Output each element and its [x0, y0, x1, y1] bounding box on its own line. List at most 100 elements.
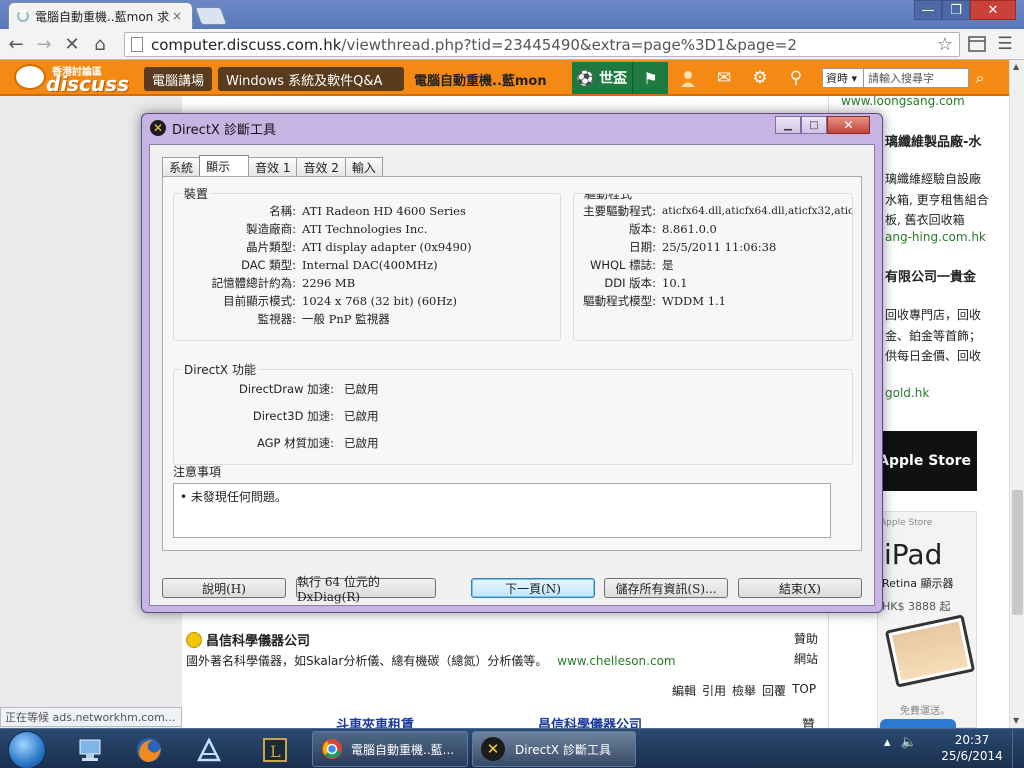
mail-icon[interactable]: ✉ — [706, 62, 742, 94]
field-label: DirectDraw 加速: — [239, 382, 334, 396]
run-64bit-dxdiag-button[interactable]: 執行 64 位元的 DxDiag(R) — [296, 575, 436, 604]
directx-icon: ✕ — [481, 737, 505, 761]
features-group-label: DirectX 功能 — [181, 361, 259, 378]
directx-features-group: DirectX 功能 DirectDraw 加速: 已啟用 Direct3D 加速… — [173, 361, 853, 465]
save-all-info-button[interactable]: 儲存所有資訊(S)... — [604, 578, 728, 598]
tray-arrow-icon[interactable]: ▴ — [884, 735, 891, 750]
ipad-ad-name: iPad — [884, 538, 943, 571]
page-scrollbar[interactable]: ▲ ▼ — [1009, 60, 1024, 728]
address-bar[interactable]: computer.discuss.com.hk/viewthread.php?t… — [124, 32, 960, 57]
start-button[interactable] — [8, 731, 46, 768]
bookmark-star-icon[interactable]: ☆ — [937, 34, 953, 55]
clock-time: 20:37 — [954, 733, 990, 747]
directx-icon: ✕ — [150, 120, 166, 136]
page-icon — [131, 37, 143, 52]
close-window-button[interactable]: ✕ — [970, 0, 1016, 20]
link-icon[interactable]: ⚲ — [778, 62, 814, 94]
reply-link[interactable]: 回覆 — [762, 682, 786, 699]
display-mode-row: 目前顯示模式: 1024 x 768 (32 bit) (60Hz) — [174, 292, 457, 310]
sidebar-ad-title[interactable]: 璃纖維製品廠-水 — [885, 131, 981, 150]
field-label: 驅動程式模型: — [583, 294, 656, 308]
sponsor-title[interactable]: 昌信科學儀器公司 — [206, 630, 310, 649]
field-value: 已啟用 — [344, 409, 379, 423]
edit-link[interactable]: 編輯 — [672, 682, 696, 699]
home-button[interactable]: ⌂ — [88, 32, 112, 56]
logo-text: discuss — [46, 72, 129, 96]
new-tab-button[interactable] — [194, 7, 228, 25]
nav-windows-qa[interactable]: Windows 系統及軟件Q&A — [218, 67, 404, 91]
field-value: 是 — [662, 258, 674, 272]
field-value: 已啟用 — [344, 436, 379, 450]
taskbar-dxdiag-label: DirectX 診斷工具 — [515, 742, 611, 757]
taskbar-dxdiag[interactable]: ✕ DirectX 診斷工具 — [472, 731, 636, 767]
forward-button[interactable]: → — [32, 32, 56, 56]
maximize-button[interactable]: ❐ — [942, 0, 970, 20]
search-type-select[interactable]: 資時 ▾ — [822, 68, 864, 88]
dxdiag-minimize-button[interactable]: ▁ — [775, 116, 801, 134]
field-value: Internal DAC(400MHz) — [302, 258, 438, 272]
ipad-ad[interactable]: Apple Store iPad Retina 顯示器 HK$ 3888 起 免… — [877, 511, 977, 731]
report-link[interactable]: 檢舉 — [732, 682, 756, 699]
device-group: 裝置 名稱: ATI Radeon HD 4600 Series 製造廠商: ATI… — [173, 185, 561, 341]
version-row: 版本: 8.861.0.0 — [574, 220, 717, 238]
sponsor-description: 國外著名科學儀器，如Skalar分析儀、總有機碳（總氮）分析儀等。 www.ch… — [186, 652, 676, 669]
apple-store-banner[interactable]: Apple Store — [877, 431, 977, 491]
dxdiag-close-button[interactable]: ✕ — [827, 116, 870, 134]
field-label: 晶片類型: — [246, 240, 296, 254]
display-tab-panel: 裝置 名稱: ATI Radeon HD 4600 Series 製造廠商: ATI… — [162, 176, 862, 551]
tab-sound-2[interactable]: 音效 2 — [296, 157, 346, 177]
quote-link[interactable]: 引用 — [702, 682, 726, 699]
sidebar-ad-title[interactable]: 有限公司一貴金 — [885, 266, 976, 285]
field-value: 2296 MB — [302, 276, 356, 290]
minimize-button[interactable]: — — [914, 0, 942, 20]
field-label: Direct3D 加速: — [252, 409, 334, 423]
nav-computer-forum[interactable]: 電腦講場 — [144, 67, 213, 91]
tab-system[interactable]: 系統 — [162, 157, 201, 177]
volume-icon[interactable]: 🔈 — [901, 735, 917, 750]
scroll-down-icon[interactable]: ▼ — [1013, 716, 1019, 725]
scroll-thumb[interactable] — [1012, 490, 1023, 615]
tab-sound-1[interactable]: 音效 1 — [248, 157, 298, 177]
driver-group: 驅動程式 主要驅動程式: aticfx64.dll,aticfx64.dll,at… — [573, 193, 853, 341]
app-logo-icon[interactable] — [186, 733, 232, 767]
sidebar-link[interactable]: gold.hk — [885, 386, 929, 400]
show-desktop-button[interactable] — [1012, 729, 1024, 768]
search-icon[interactable]: ⌕ — [969, 68, 991, 88]
top-link[interactable]: TOP — [792, 682, 816, 699]
extension-icon[interactable] — [964, 31, 990, 57]
next-page-button[interactable]: 下一頁(N) — [471, 578, 595, 598]
monitor-row: 監視器: 一般 PnP 監視器 — [174, 310, 390, 328]
league-of-legends-icon[interactable]: L — [252, 733, 298, 767]
sponsor-label: 贊助 — [794, 632, 819, 646]
field-value: aticfx64.dll,aticfx64.dll,aticfx32,aticf… — [662, 205, 853, 217]
firefox-icon[interactable] — [126, 733, 172, 767]
dxdiag-client: 系統 顯示 音效 1 音效 2 輸入 裝置 名稱: ATI Radeon HD 4… — [149, 144, 875, 606]
worldcup-button[interactable]: ⚽ 世盃 — [572, 62, 632, 94]
sponsor-url[interactable]: www.chelleson.com — [557, 654, 675, 668]
worldcup-flag-icon[interactable]: ⚑ — [632, 62, 668, 94]
search-input[interactable]: 請輸入搜尋字 — [864, 68, 969, 88]
sidebar-link[interactable]: www.loongsang.com — [841, 94, 965, 108]
taskbar-clock[interactable]: 20:37 25/6/2014 — [940, 732, 1004, 764]
user-icon[interactable] — [670, 62, 706, 94]
sidebar-link[interactable]: ang-hing.com.hk — [885, 230, 986, 244]
dxdiag-titlebar[interactable]: ✕ DirectX 診斷工具 — [142, 114, 882, 142]
scroll-up-icon[interactable]: ▲ — [1013, 62, 1019, 71]
help-button[interactable]: 說明(H) — [162, 578, 286, 598]
settings-icon[interactable]: ⚙ — [742, 62, 778, 94]
whql-row: WHQL 標誌: 是 — [574, 256, 674, 274]
tab-input[interactable]: 輸入 — [344, 157, 383, 177]
stop-button[interactable]: ✕ — [60, 32, 84, 56]
exit-button[interactable]: 結束(X) — [738, 578, 862, 598]
dxdiag-maximize-button[interactable]: □ — [801, 116, 827, 134]
back-button[interactable]: ← — [4, 32, 28, 56]
tab-display[interactable]: 顯示 — [199, 155, 250, 177]
network-icon[interactable] — [66, 733, 112, 767]
notes-textbox[interactable]: • 未發現任何問題。 — [173, 483, 831, 538]
tab-close-icon[interactable]: × — [170, 9, 184, 23]
chrome-menu-icon[interactable]: ☰ — [992, 31, 1018, 57]
taskbar-chrome[interactable]: 電腦自動重機..藍... — [312, 731, 468, 767]
url-host: computer.discuss.com.hk — [151, 35, 342, 54]
discuss-logo[interactable]: 香港討論區 discuss — [14, 62, 129, 96]
browser-tab[interactable]: 電腦自動重機..藍mon 求解 × — [8, 2, 193, 29]
